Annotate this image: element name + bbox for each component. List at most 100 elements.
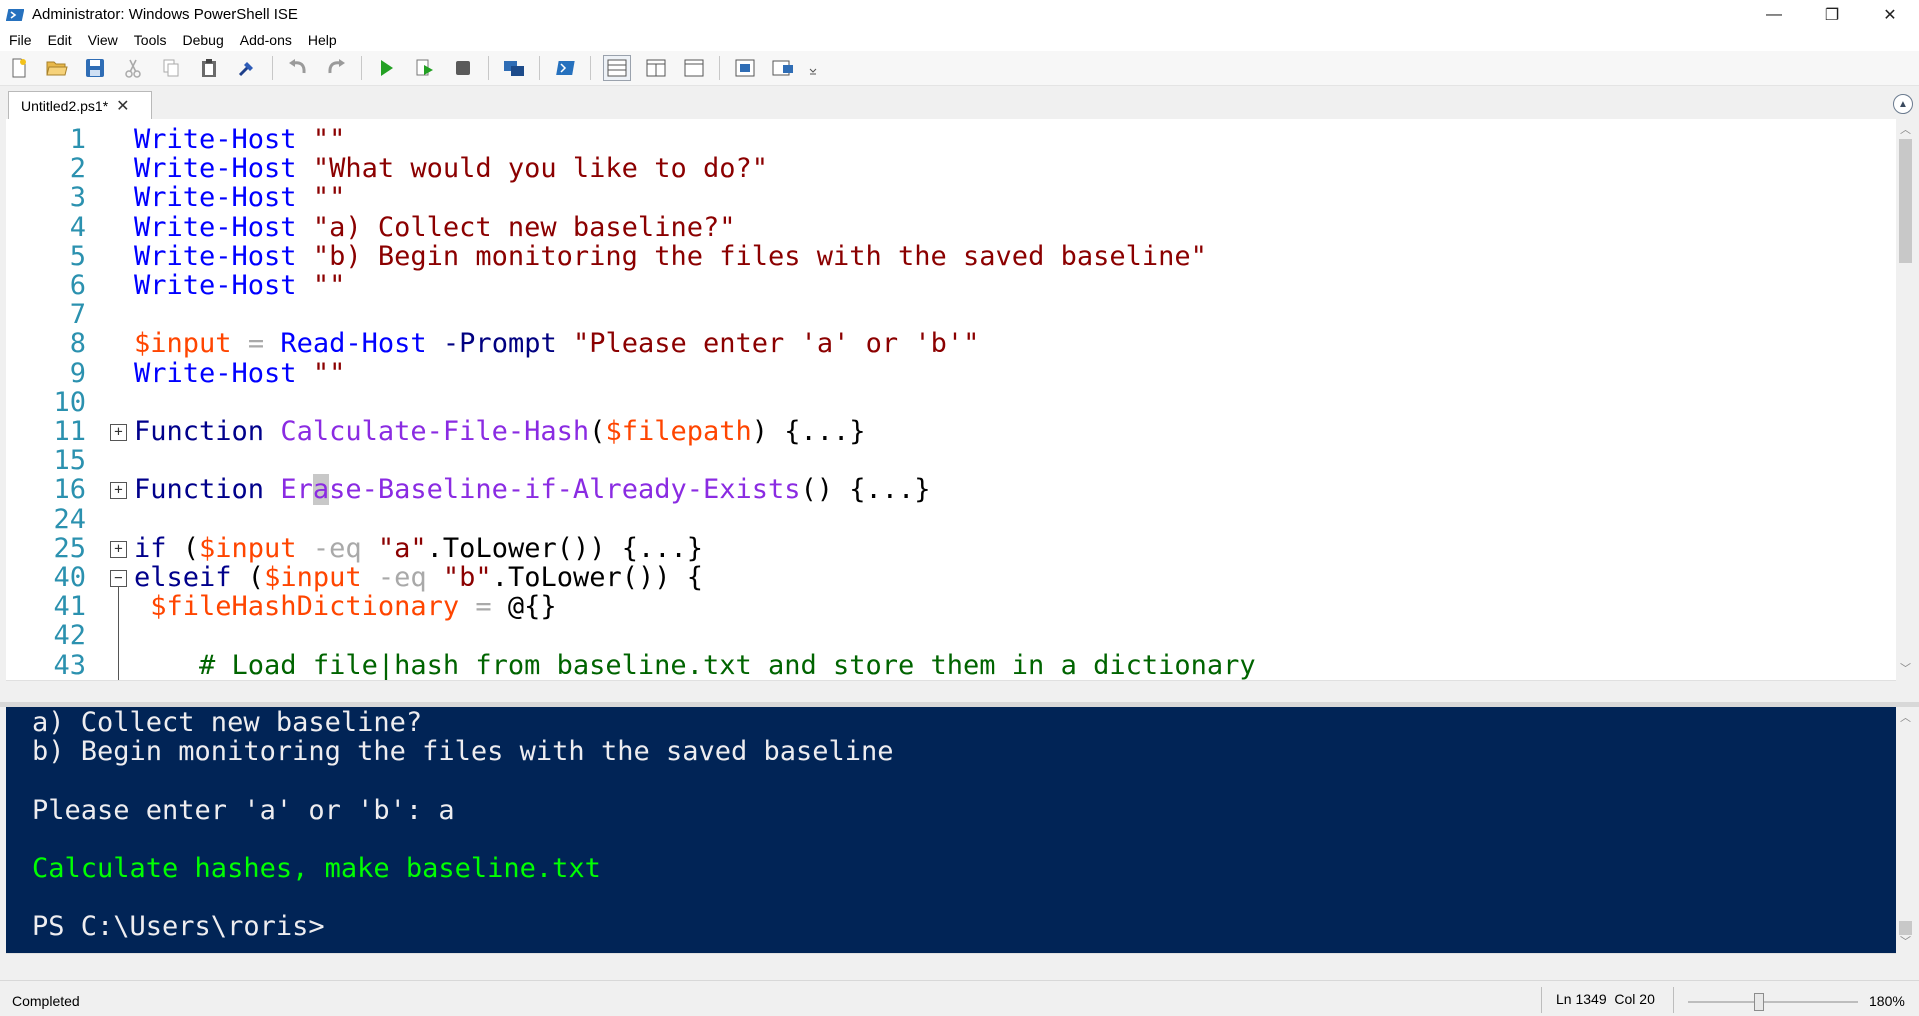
run-selection-icon[interactable]: [411, 55, 439, 81]
toolbar-overflow-icon[interactable]: [807, 55, 819, 81]
console-line: PS C:\Users\roris>: [32, 911, 325, 943]
code-line[interactable]: 2 Write-Host "What would you like to do?": [6, 154, 1886, 183]
run-script-icon[interactable]: [373, 55, 401, 81]
code-line[interactable]: 7: [6, 300, 1886, 329]
expand-region-icon[interactable]: +: [110, 482, 127, 500]
code-text: Write-Host "b) Begin monitoring the file…: [134, 242, 1207, 271]
toolbar-separator: [488, 56, 489, 80]
code-token: Function: [134, 474, 265, 506]
code-text: Write-Host "": [134, 183, 345, 212]
code-line[interactable]: 6 Write-Host "": [6, 271, 1886, 300]
code-token: $input: [134, 328, 232, 360]
scroll-up-icon[interactable]: ︿: [1896, 709, 1915, 727]
stop-icon[interactable]: [449, 55, 477, 81]
code-token: "b": [442, 562, 492, 593]
redo-icon[interactable]: [322, 55, 350, 81]
code-line[interactable]: 42: [6, 621, 1886, 650]
show-command-addon-icon[interactable]: [769, 55, 797, 81]
line-number: 40: [53, 562, 86, 593]
line-number: 16: [53, 474, 86, 506]
toolbar-separator: [361, 56, 362, 80]
scroll-down-icon[interactable]: ﹀: [1896, 660, 1915, 678]
expand-region-icon[interactable]: +: [110, 540, 127, 558]
code-text: Write-Host "What would you like to do?": [134, 154, 768, 183]
code-token: -eq: [312, 532, 362, 564]
save-icon[interactable]: [81, 55, 109, 81]
console-vertical-scrollbar[interactable]: ︿ ﹀: [1896, 707, 1915, 953]
code-line[interactable]: 3 Write-Host "": [6, 183, 1886, 212]
window-title: Administrator: Windows PowerShell ISE: [32, 6, 298, 23]
editor-vertical-scrollbar[interactable]: ︿ ﹀: [1896, 119, 1915, 680]
code-line[interactable]: 24: [6, 505, 1886, 534]
code-line[interactable]: 40 − elseif ($input -eq "b".ToLower()) {: [6, 563, 1886, 592]
code-line[interactable]: 25 + if ($input -eq "a".ToLower()) {...}: [6, 534, 1886, 563]
expand-region-icon[interactable]: +: [110, 424, 127, 441]
code-token: Write-Host: [134, 240, 297, 272]
code-line[interactable]: 10: [6, 388, 1886, 417]
collapse-script-pane-icon[interactable]: ▲: [1893, 94, 1913, 114]
code-text: $input = Read-Host -Prompt "Please enter…: [134, 329, 979, 358]
code-line[interactable]: 1 Write-Host "": [6, 125, 1886, 154]
editor-horizontal-scrollbar[interactable]: [6, 680, 1896, 703]
script-tab-strip: Untitled2.ps1* ✕ ▲: [0, 86, 1919, 119]
paste-icon[interactable]: [195, 55, 223, 81]
clear-console-icon[interactable]: [233, 55, 261, 81]
undo-icon[interactable]: [284, 55, 312, 81]
start-powershell-icon[interactable]: [551, 55, 579, 81]
code-line[interactable]: 9 Write-Host "": [6, 359, 1886, 388]
tab-untitled2[interactable]: Untitled2.ps1* ✕: [8, 91, 152, 119]
scroll-down-icon[interactable]: ﹀: [1896, 933, 1915, 951]
console-horizontal-scrollbar[interactable]: [6, 953, 1896, 976]
menu-edit[interactable]: Edit: [40, 32, 80, 48]
code-token: Read-Host: [280, 328, 427, 360]
show-script-pane-icon[interactable]: [731, 55, 759, 81]
code-line[interactable]: 4 Write-Host "a) Collect new baseline?": [6, 213, 1886, 242]
code-line[interactable]: 8 $input = Read-Host -Prompt "Please ente…: [6, 329, 1886, 358]
menu-tools[interactable]: Tools: [126, 32, 175, 48]
menu-help[interactable]: Help: [300, 32, 345, 48]
code-line[interactable]: 41 $fileHashDictionary = @{}: [6, 592, 1886, 621]
scroll-up-icon[interactable]: ︿: [1896, 121, 1915, 139]
menu-view[interactable]: View: [80, 32, 126, 48]
code-text: if ($input -eq "a".ToLower()) {...}: [134, 534, 703, 563]
close-button[interactable]: ✕: [1861, 0, 1919, 29]
cut-icon[interactable]: [119, 55, 147, 81]
tab-close-icon[interactable]: ✕: [116, 96, 129, 116]
menu-addons[interactable]: Add-ons: [232, 32, 300, 48]
script-editor[interactable]: 1 Write-Host "" 2 Write-Host "What would yo…: [6, 119, 1898, 680]
code-line[interactable]: 43 # Load file|hash from baseline.txt an…: [6, 651, 1886, 680]
script-pane-max-icon[interactable]: [680, 55, 708, 81]
script-pane-top-icon[interactable]: [603, 55, 631, 81]
menu-debug[interactable]: Debug: [174, 32, 231, 48]
new-script-icon[interactable]: [5, 55, 33, 81]
code-line[interactable]: 15: [6, 446, 1886, 475]
zoom-slider[interactable]: [1688, 1001, 1858, 1003]
line-number: 41: [53, 591, 86, 623]
code-line[interactable]: 5 Write-Host "b) Begin monitoring the fil…: [6, 242, 1886, 271]
code-token: Write-Host: [134, 270, 297, 301]
toolbar-separator: [719, 56, 720, 80]
console-pane[interactable]: a) Collect new baseline? b) Begin monitor…: [6, 707, 1896, 953]
new-remote-tab-icon[interactable]: [500, 55, 528, 81]
script-pane-right-icon[interactable]: [642, 55, 670, 81]
code-token: =: [475, 591, 492, 623]
console-line: b) Begin monitoring the files with the s…: [32, 736, 894, 768]
minimize-button[interactable]: —: [1745, 0, 1803, 29]
copy-icon[interactable]: [157, 55, 185, 81]
zoom-slider-thumb[interactable]: [1754, 993, 1764, 1011]
code-line[interactable]: 11 + Function Calculate-File-Hash($filepat…: [6, 417, 1886, 446]
menu-file[interactable]: File: [0, 32, 40, 48]
open-icon[interactable]: [43, 55, 71, 81]
collapse-region-icon[interactable]: −: [110, 570, 127, 587]
maximize-button[interactable]: ❐: [1803, 0, 1861, 29]
scrollbar-thumb[interactable]: [1899, 139, 1912, 263]
code-token: Write-Host: [134, 357, 297, 389]
code-line[interactable]: 16 + Function Erase-Baseline-if-Already-Ex…: [6, 474, 1886, 506]
